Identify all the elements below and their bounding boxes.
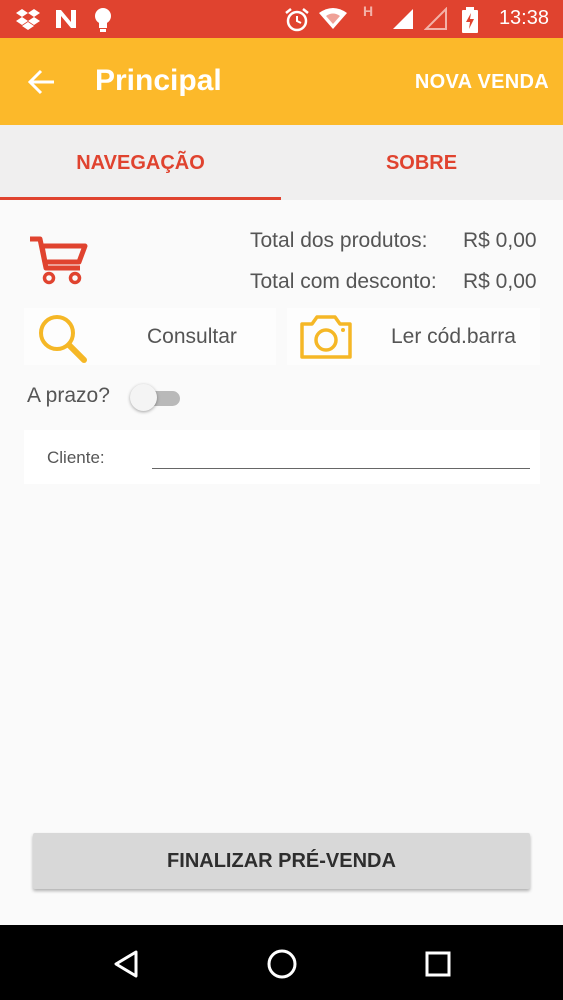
page-title: Principal — [95, 64, 222, 97]
nav-back-icon[interactable] — [112, 949, 140, 979]
nova-venda-button[interactable]: NOVA VENDA — [415, 71, 549, 94]
total-discount-value: R$ 0,00 — [463, 270, 537, 293]
camera-icon — [300, 315, 352, 359]
wifi-icon — [319, 8, 347, 29]
consult-label: Consultar — [147, 325, 237, 348]
total-discount-label: Total com desconto: — [250, 270, 437, 293]
h-network-icon: H — [363, 3, 374, 19]
system-nav-bar — [0, 925, 563, 1000]
n-notification-icon — [56, 10, 76, 28]
status-bar: H 13:38 — [0, 0, 563, 38]
battery-charging-icon — [462, 7, 478, 33]
tab-bar: NAVEGAÇÃO SOBRE — [0, 125, 563, 200]
tab-navegacao[interactable]: NAVEGAÇÃO — [0, 125, 281, 200]
tab-sobre[interactable]: SOBRE — [281, 125, 562, 200]
lightbulb-icon — [95, 8, 111, 32]
signal-icon — [393, 9, 413, 29]
nav-home-icon[interactable] — [266, 948, 298, 980]
cart-icon — [30, 236, 88, 285]
total-products-label: Total dos produtos: — [250, 229, 428, 252]
toggle-thumb — [130, 384, 157, 411]
prazo-label: A prazo? — [27, 384, 110, 407]
signal-empty-icon — [424, 7, 447, 30]
barcode-button[interactable]: Ler cód.barra — [287, 308, 540, 365]
status-time: 13:38 — [498, 7, 549, 29]
barcode-label: Ler cód.barra — [391, 325, 516, 348]
cliente-input[interactable] — [152, 442, 530, 469]
finalize-pre-sale-button[interactable]: FINALIZAR PRÉ-VENDA — [33, 833, 530, 889]
cliente-card: Cliente: — [24, 430, 540, 484]
alarm-icon — [285, 8, 309, 32]
total-products-value: R$ 0,00 — [463, 229, 537, 252]
cliente-label: Cliente: — [47, 448, 105, 467]
search-icon — [39, 315, 87, 363]
app-bar: Principal NOVA VENDA — [0, 38, 563, 125]
dropbox-icon — [16, 9, 40, 30]
nav-recents-icon[interactable] — [424, 950, 452, 978]
back-arrow-icon[interactable] — [26, 66, 58, 98]
consult-button[interactable]: Consultar — [24, 308, 276, 365]
prazo-toggle[interactable] — [130, 384, 182, 411]
